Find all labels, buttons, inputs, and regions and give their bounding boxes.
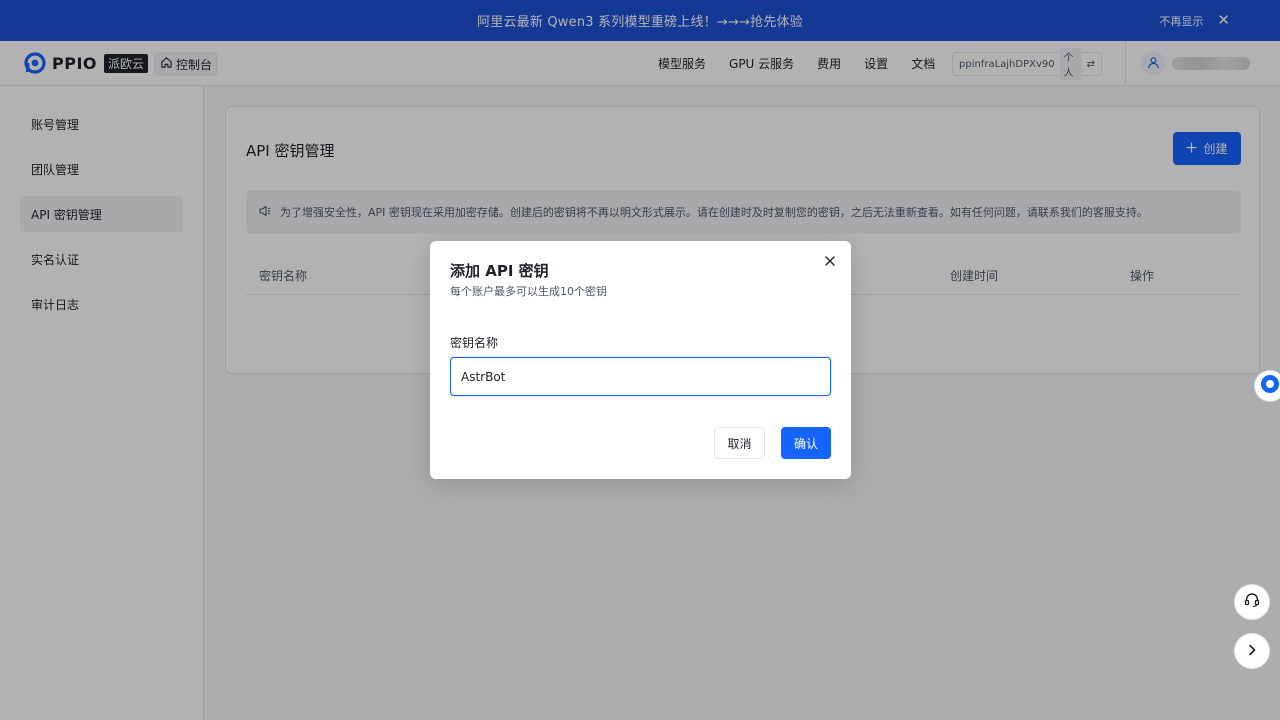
headset-icon [1243, 591, 1261, 613]
chevron-right-icon [1245, 642, 1259, 661]
customer-support-button[interactable] [1234, 584, 1270, 620]
dialog-subtitle: 每个账户最多可以生成10个密钥 [450, 285, 607, 298]
key-name-label: 密钥名称 [450, 336, 499, 350]
close-icon[interactable] [822, 253, 838, 269]
cancel-button[interactable]: 取消 [714, 427, 765, 459]
confirm-button[interactable]: 确认 [781, 427, 831, 459]
ppio-logo-icon [1259, 373, 1280, 399]
dialog-title: 添加 API 密钥 [450, 262, 549, 280]
key-name-input[interactable] [450, 357, 831, 396]
floating-assistant-button[interactable] [1254, 370, 1280, 402]
expand-button[interactable] [1234, 633, 1270, 669]
add-api-key-dialog: 添加 API 密钥 每个账户最多可以生成10个密钥 密钥名称 取消 确认 [430, 241, 851, 479]
